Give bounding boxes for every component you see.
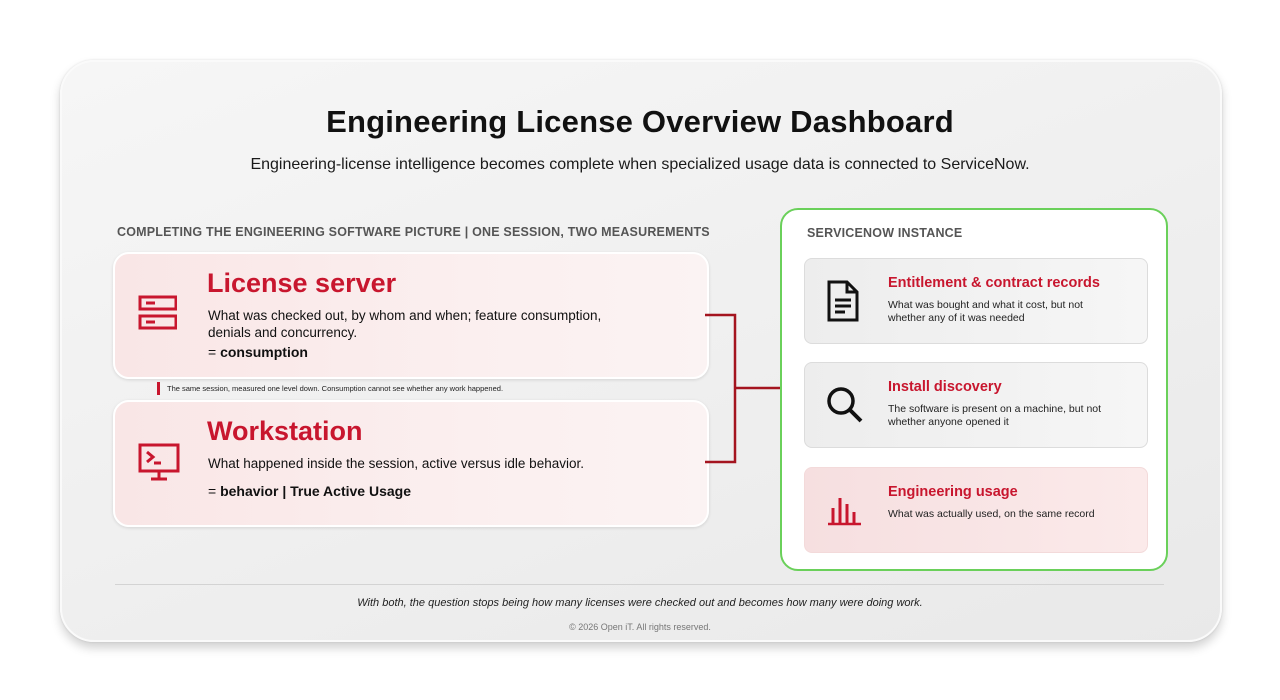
- workstation-description: What happened inside the session, active…: [208, 456, 584, 471]
- result-value: consumption: [220, 344, 308, 360]
- search-icon: [825, 385, 865, 430]
- bar-chart-icon: [825, 492, 865, 533]
- footer-divider: [115, 584, 1164, 585]
- page-title: Engineering License Overview Dashboard: [326, 104, 954, 139]
- install-discovery-card: Install discovery The software is presen…: [804, 362, 1148, 448]
- license-server-description: What was checked out, by whom and when; …: [208, 308, 602, 340]
- entitlement-card: Entitlement & contract records What was …: [804, 258, 1148, 344]
- license-server-panel: License server What was checked out, by …: [113, 252, 709, 379]
- result-prefix: =: [208, 344, 221, 360]
- install-discovery-description: The software is present on a machine, bu…: [888, 403, 1102, 428]
- license-server-title: License server: [207, 268, 397, 298]
- document-icon: [825, 279, 861, 328]
- install-discovery-title: Install discovery: [888, 379, 1002, 395]
- engineering-usage-title: Engineering usage: [888, 484, 1018, 500]
- monitor-terminal-icon: [137, 442, 183, 487]
- servicenow-label: SERVICENOW INSTANCE: [807, 226, 963, 240]
- engineering-usage-description: What was actually used, on the same reco…: [888, 508, 1095, 520]
- connector-bracket: [705, 313, 781, 464]
- engineering-usage-card: Engineering usage What was actually used…: [804, 467, 1148, 553]
- workstation-result: = behavior | True Active Usage: [208, 483, 411, 499]
- workstation-title: Workstation: [207, 416, 363, 446]
- servicenow-instance-box: SERVICENOW INSTANCE Entitlement & contra…: [780, 208, 1168, 571]
- result-value: behavior | True Active Usage: [220, 483, 411, 499]
- section-label: COMPLETING THE ENGINEERING SOFTWARE PICT…: [117, 225, 710, 239]
- server-icon: [137, 294, 178, 339]
- copyright: © 2026 Open iT. All rights reserved.: [569, 622, 711, 632]
- result-prefix: =: [208, 483, 221, 499]
- entitlement-description: What was bought and what it cost, but no…: [888, 299, 1083, 324]
- workstation-panel: Workstation What happened inside the ses…: [113, 400, 709, 527]
- page-subtitle: Engineering-license intelligence becomes…: [250, 156, 1030, 173]
- license-server-result: = consumption: [208, 344, 308, 360]
- entitlement-title: Entitlement & contract records: [888, 275, 1100, 291]
- session-note: The same session, measured one level dow…: [157, 382, 503, 395]
- footer-text: With both, the question stops being how …: [357, 597, 923, 609]
